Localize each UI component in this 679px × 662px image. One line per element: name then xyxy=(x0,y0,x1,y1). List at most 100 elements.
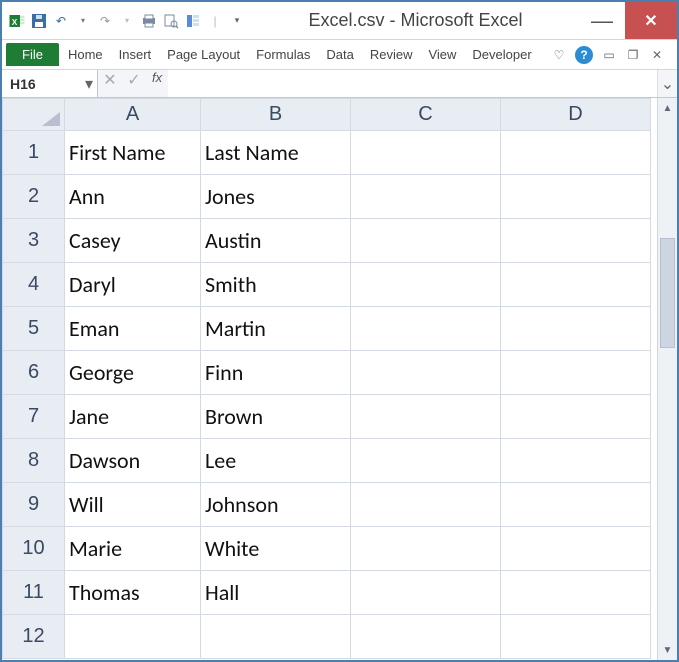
cell-B3[interactable]: Austin xyxy=(201,219,351,263)
cell-A3[interactable]: Casey xyxy=(65,219,201,263)
cell-C3[interactable] xyxy=(351,219,501,263)
cell-B10[interactable]: White xyxy=(201,527,351,571)
cell-A5[interactable]: Eman xyxy=(65,307,201,351)
help-icon[interactable]: ? xyxy=(575,46,593,64)
close-button[interactable]: ✕ xyxy=(625,2,677,39)
close-workbook-icon[interactable]: ✕ xyxy=(649,48,665,62)
cell-D4[interactable] xyxy=(501,263,651,307)
excel-icon[interactable]: X xyxy=(8,12,26,30)
cell-B11[interactable]: Hall xyxy=(201,571,351,615)
tab-formulas[interactable]: Formulas xyxy=(249,43,317,66)
file-tab[interactable]: File xyxy=(6,43,59,66)
cell-D6[interactable] xyxy=(501,351,651,395)
cell-A10[interactable]: Marie xyxy=(65,527,201,571)
cell-D10[interactable] xyxy=(501,527,651,571)
cell-B5[interactable]: Martin xyxy=(201,307,351,351)
cell-C4[interactable] xyxy=(351,263,501,307)
undo-icon[interactable]: ↶ xyxy=(52,12,70,30)
form-icon[interactable] xyxy=(184,12,202,30)
cell-C10[interactable] xyxy=(351,527,501,571)
qat-customize-icon[interactable]: ▾ xyxy=(228,12,246,30)
cell-A11[interactable]: Thomas xyxy=(65,571,201,615)
tab-home[interactable]: Home xyxy=(61,43,110,66)
print-icon[interactable] xyxy=(140,12,158,30)
cell-B8[interactable]: Lee xyxy=(201,439,351,483)
tab-review[interactable]: Review xyxy=(363,43,420,66)
name-box[interactable]: H16 ▾ xyxy=(2,70,98,97)
cell-A4[interactable]: Daryl xyxy=(65,263,201,307)
cell-D1[interactable] xyxy=(501,131,651,175)
cell-D5[interactable] xyxy=(501,307,651,351)
redo-dropdown-icon[interactable]: ▾ xyxy=(118,12,136,30)
cell-B2[interactable]: Jones xyxy=(201,175,351,219)
scroll-track[interactable] xyxy=(658,118,677,640)
select-all-corner[interactable] xyxy=(3,99,65,131)
cell-D3[interactable] xyxy=(501,219,651,263)
cell-B12[interactable] xyxy=(201,615,351,659)
restore-workbook-icon[interactable]: ❐ xyxy=(625,48,641,62)
cell-C6[interactable] xyxy=(351,351,501,395)
formula-expand-icon[interactable]: ⌄ xyxy=(657,70,677,97)
cell-A12[interactable] xyxy=(65,615,201,659)
row-header-6[interactable]: 6 xyxy=(3,351,65,395)
cell-D11[interactable] xyxy=(501,571,651,615)
save-icon[interactable] xyxy=(30,12,48,30)
cell-C9[interactable] xyxy=(351,483,501,527)
tab-view[interactable]: View xyxy=(421,43,463,66)
grid[interactable]: A B C D 1 First Name Last Name 2 Ann Jon… xyxy=(2,98,657,660)
tab-data[interactable]: Data xyxy=(319,43,360,66)
tab-developer[interactable]: Developer xyxy=(465,43,538,66)
cell-A9[interactable]: Will xyxy=(65,483,201,527)
minimize-ribbon-icon[interactable]: ▭ xyxy=(601,48,617,62)
cell-C11[interactable] xyxy=(351,571,501,615)
fx-icon[interactable]: fx xyxy=(146,70,168,97)
ribbon-options-icon[interactable]: ♡ xyxy=(551,48,567,62)
cell-A8[interactable]: Dawson xyxy=(65,439,201,483)
row-header-1[interactable]: 1 xyxy=(3,131,65,175)
row-header-4[interactable]: 4 xyxy=(3,263,65,307)
tab-insert[interactable]: Insert xyxy=(112,43,159,66)
cell-B4[interactable]: Smith xyxy=(201,263,351,307)
cell-D12[interactable] xyxy=(501,615,651,659)
scroll-up-icon[interactable]: ▲ xyxy=(658,98,677,118)
cell-A7[interactable]: Jane xyxy=(65,395,201,439)
row-header-2[interactable]: 2 xyxy=(3,175,65,219)
redo-icon[interactable]: ↷ xyxy=(96,12,114,30)
row-header-7[interactable]: 7 xyxy=(3,395,65,439)
cell-B6[interactable]: Finn xyxy=(201,351,351,395)
row-header-12[interactable]: 12 xyxy=(3,615,65,659)
row-header-8[interactable]: 8 xyxy=(3,439,65,483)
row-header-3[interactable]: 3 xyxy=(3,219,65,263)
row-header-10[interactable]: 10 xyxy=(3,527,65,571)
scroll-thumb[interactable] xyxy=(660,238,675,348)
minimize-button[interactable]: — xyxy=(579,2,625,39)
cell-D7[interactable] xyxy=(501,395,651,439)
cell-C5[interactable] xyxy=(351,307,501,351)
row-header-11[interactable]: 11 xyxy=(3,571,65,615)
cell-B7[interactable]: Brown xyxy=(201,395,351,439)
cell-D8[interactable] xyxy=(501,439,651,483)
col-header-C[interactable]: C xyxy=(351,99,501,131)
cell-C8[interactable] xyxy=(351,439,501,483)
row-header-5[interactable]: 5 xyxy=(3,307,65,351)
tab-page-layout[interactable]: Page Layout xyxy=(160,43,247,66)
name-box-dropdown-icon[interactable]: ▾ xyxy=(81,74,97,94)
vertical-scrollbar[interactable]: ▲ ▼ xyxy=(657,98,677,660)
cell-D9[interactable] xyxy=(501,483,651,527)
print-preview-icon[interactable] xyxy=(162,12,180,30)
cell-C2[interactable] xyxy=(351,175,501,219)
cell-C12[interactable] xyxy=(351,615,501,659)
col-header-A[interactable]: A xyxy=(65,99,201,131)
cell-A1[interactable]: First Name xyxy=(65,131,201,175)
row-header-9[interactable]: 9 xyxy=(3,483,65,527)
cell-A6[interactable]: George xyxy=(65,351,201,395)
cell-D2[interactable] xyxy=(501,175,651,219)
cell-A2[interactable]: Ann xyxy=(65,175,201,219)
undo-dropdown-icon[interactable]: ▾ xyxy=(74,12,92,30)
col-header-D[interactable]: D xyxy=(501,99,651,131)
formula-input[interactable] xyxy=(168,70,657,97)
col-header-B[interactable]: B xyxy=(201,99,351,131)
cell-C7[interactable] xyxy=(351,395,501,439)
cell-C1[interactable] xyxy=(351,131,501,175)
cell-B1[interactable]: Last Name xyxy=(201,131,351,175)
